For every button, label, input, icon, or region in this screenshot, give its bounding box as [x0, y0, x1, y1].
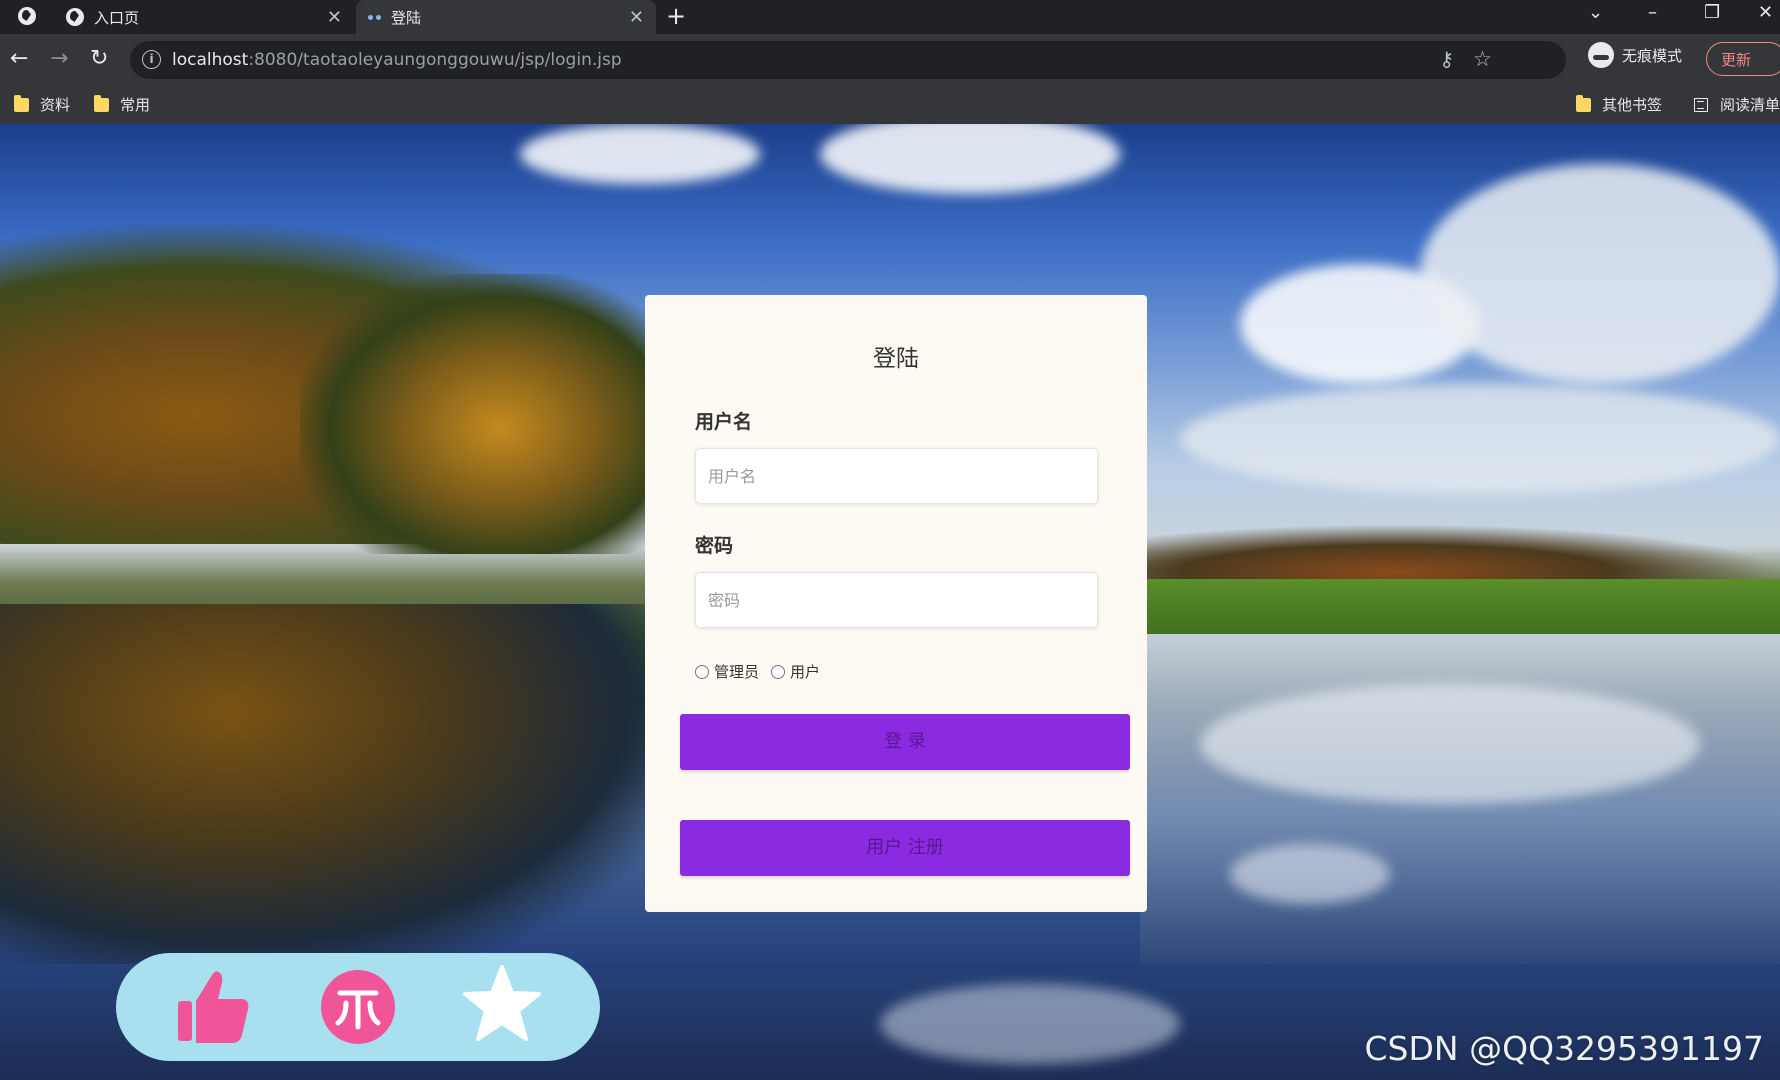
coin-icon[interactable] — [320, 967, 396, 1047]
bookmark-folder-other[interactable]: 其他书签 — [1576, 94, 1662, 115]
radio-user-label[interactable]: 用户 — [790, 661, 820, 682]
incognito-label: 无痕模式 — [1622, 46, 1683, 65]
reload-icon[interactable]: ↻ — [90, 46, 108, 72]
bookmark-star-icon[interactable]: ☆ — [1473, 47, 1492, 71]
tab-login[interactable]: 登陆 ✕ — [356, 0, 656, 34]
close-icon[interactable]: ✕ — [629, 7, 644, 28]
login-title: 登陆 — [873, 346, 919, 372]
restore-icon[interactable]: ❐ — [1704, 2, 1720, 23]
incognito-icon — [1588, 42, 1614, 68]
bookmark-folder-ziliao[interactable]: 资料 — [14, 94, 70, 115]
window-close-icon[interactable]: ✕ — [1758, 2, 1773, 23]
thumbs-up-icon[interactable] — [176, 967, 252, 1047]
reading-list-button[interactable]: 阅读清单 — [1694, 94, 1780, 115]
password-label: 密码 — [695, 535, 734, 557]
folder-icon — [1576, 94, 1591, 112]
login-button[interactable]: 登 录 — [680, 714, 1130, 770]
page-viewport: 登陆 用户名 密码 管理员 用户 登 录 用户 注册 — [0, 124, 1780, 1080]
role-radio-group: 管理员 用户 — [695, 661, 832, 682]
incognito-indicator[interactable]: 无痕模式 — [1588, 42, 1682, 68]
tab-home[interactable]: 入口页 ✕ — [54, 0, 354, 34]
folder-icon — [14, 94, 29, 112]
username-label: 用户名 — [695, 411, 753, 433]
minimize-icon[interactable]: – — [1648, 2, 1657, 23]
loading-icon — [368, 14, 381, 20]
password-input[interactable] — [695, 572, 1098, 628]
forward-icon[interactable]: → — [50, 46, 68, 72]
radio-admin[interactable] — [695, 664, 709, 679]
update-button[interactable]: 更新 — [1706, 42, 1780, 76]
new-tab-button[interactable]: + — [666, 2, 686, 30]
radio-admin-label[interactable]: 管理员 — [714, 661, 759, 682]
close-icon[interactable]: ✕ — [327, 7, 342, 28]
folder-icon — [94, 94, 109, 112]
bookmark-folder-changyong[interactable]: 常用 — [94, 94, 150, 115]
register-button[interactable]: 用户 注册 — [680, 820, 1130, 876]
bookmarks-bar: 资料 常用 其他书签 阅读清单 — [0, 86, 1780, 125]
reading-list-icon — [1694, 97, 1708, 112]
username-input[interactable] — [695, 448, 1098, 504]
csdn-watermark: CSDN @QQ3295391197 — [1364, 1029, 1764, 1068]
tab-strip: 入口页 ✕ 登陆 ✕ + ⌄ – ❐ ✕ — [0, 0, 1780, 34]
url-text[interactable]: localhost:8080/taotaoleyaungonggouwu/jsp… — [172, 50, 622, 70]
action-bar — [116, 953, 600, 1061]
browser-menu-icon[interactable] — [18, 7, 36, 25]
browser-toolbar: ← → ↻ i localhost:8080/taotaoleyaungongg… — [0, 34, 1780, 86]
back-icon[interactable]: ← — [10, 46, 28, 72]
tab-search-icon[interactable]: ⌄ — [1588, 2, 1603, 23]
tab-title: 登陆 — [391, 8, 422, 27]
address-bar[interactable]: i localhost:8080/taotaoleyaungonggouwu/j… — [130, 41, 1566, 79]
star-icon[interactable] — [462, 963, 542, 1047]
radio-user[interactable] — [771, 664, 786, 679]
login-card: 登陆 用户名 密码 管理员 用户 登 录 用户 注册 — [645, 295, 1147, 912]
info-icon[interactable]: i — [142, 50, 161, 69]
key-icon[interactable]: ⚷ — [1439, 47, 1454, 71]
globe-icon — [66, 8, 84, 26]
tab-title: 入口页 — [94, 8, 140, 27]
